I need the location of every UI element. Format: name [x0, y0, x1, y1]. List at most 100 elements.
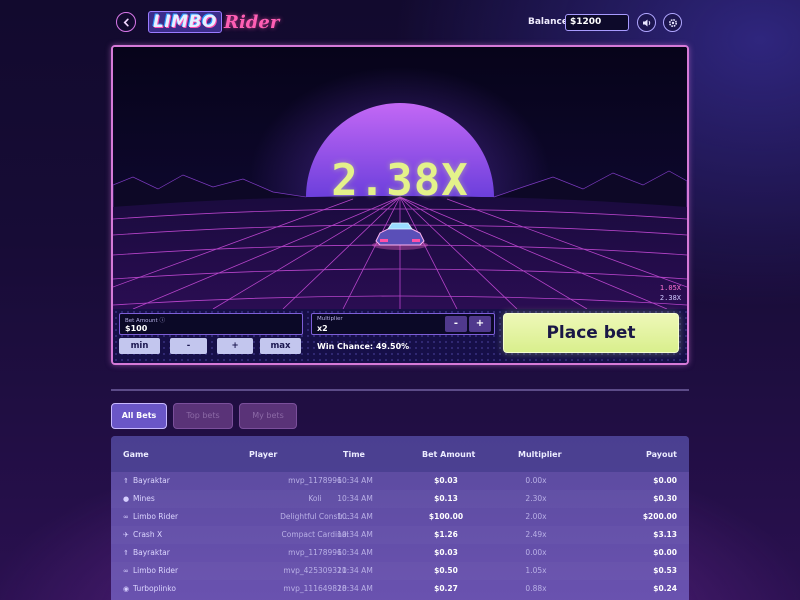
multiplier-cell: 0.88x — [525, 584, 547, 593]
game-name: Mines — [133, 494, 155, 503]
table-row: ∞ Limbo Rider mvp_425309321 10:34 AM $0.50 1.… — [111, 562, 689, 580]
table-row: ✈ Crash X Compact Cardinal 10:34 AM $1.26 2.4… — [111, 526, 689, 544]
game-cell: ● Mines — [123, 494, 155, 503]
bet-amount-cell: $0.50 — [434, 566, 458, 575]
multiplier-history: 1.05X 2.38X — [660, 283, 681, 303]
plane-icon: ✈ — [123, 531, 129, 539]
multiplier-cell: 2.00x — [525, 512, 547, 521]
multiplier-field[interactable]: Multiplier x2 - + — [311, 313, 495, 335]
sound-button[interactable] — [637, 13, 656, 32]
car-icon: ∞ — [123, 513, 129, 521]
payout-cell: $3.13 — [653, 530, 677, 539]
game-cell: ⇑ Bayraktar — [123, 548, 170, 557]
tab-all-bets[interactable]: All Bets — [111, 403, 167, 429]
chevron-left-icon — [123, 18, 129, 26]
payout-cell: $200.00 — [642, 512, 677, 521]
game-name: Limbo Rider — [133, 512, 179, 521]
rocket-icon: ⇑ — [123, 477, 129, 485]
time-cell: 10:34 AM — [337, 566, 373, 575]
table-row: ● Mines Koli 10:34 AM $0.13 2.30x $0.30 — [111, 490, 689, 508]
time-cell: 10:34 AM — [337, 512, 373, 521]
multiplier-cell: 0.00x — [525, 548, 547, 557]
increase-bet-button[interactable]: + — [217, 338, 253, 354]
bet-controls: Bet Amount ⓘ $100 Multiplier x2 - + min … — [113, 309, 687, 363]
column-bet-amount: Bet Amount — [422, 450, 476, 459]
time-cell: 10:34 AM — [337, 494, 373, 503]
min-bet-button[interactable]: min — [119, 338, 160, 354]
payout-cell: $0.53 — [653, 566, 677, 575]
multiplier-value: x2 — [317, 324, 328, 333]
game-cell: ∞ Limbo Rider — [123, 512, 178, 521]
multiplier-label: Multiplier — [317, 316, 343, 322]
time-cell: 10:34 AM — [337, 584, 373, 593]
payout-cell: $0.24 — [653, 584, 677, 593]
logo-limbo-text: LIMBO — [148, 11, 222, 33]
bet-amount-cell: $0.13 — [434, 494, 458, 503]
table-row: ◉ Turboplinko mvp_111649828 10:34 AM $0.27 0.… — [111, 580, 689, 598]
game-logo: LIMBO Rider — [148, 9, 279, 35]
settings-button[interactable] — [663, 13, 682, 32]
game-cell: ∞ Limbo Rider — [123, 566, 178, 575]
game-name: Bayraktar — [133, 476, 170, 485]
column-player: Player — [249, 450, 278, 459]
rocket-icon: ⇑ — [123, 549, 129, 557]
payout-cell: $0.30 — [653, 494, 677, 503]
balance-value: $1200 — [565, 14, 629, 31]
multiplier-cell: 1.05x — [525, 566, 547, 575]
logo-rider-text: Rider — [223, 11, 280, 33]
plinko-icon: ◉ — [123, 585, 130, 593]
column-multiplier: Multiplier — [518, 450, 562, 459]
payout-cell: $0.00 — [653, 548, 677, 557]
time-cell: 10:34 AM — [337, 548, 373, 557]
bet-amount-label: Bet Amount ⓘ — [125, 318, 165, 324]
info-icon: ⓘ — [159, 318, 165, 324]
multiplier-increase-button[interactable]: + — [469, 316, 491, 332]
gear-icon — [668, 18, 677, 27]
table-row: ⇑ Bayraktar mvp_1178996 10:34 AM $0.03 0.00x $… — [111, 544, 689, 562]
multiplier-cell: 2.49x — [525, 530, 547, 539]
game-cell: ◉ Turboplinko — [123, 584, 176, 593]
payout-cell: $0.00 — [653, 476, 677, 485]
game-name: Turboplinko — [133, 584, 176, 593]
speaker-icon — [642, 19, 650, 26]
bet-amount-cell: $100.00 — [428, 512, 464, 521]
time-cell: 10:34 AM — [337, 476, 373, 485]
section-divider — [111, 389, 689, 391]
max-bet-button[interactable]: max — [260, 338, 301, 354]
game-name: Bayraktar — [133, 548, 170, 557]
current-multiplier: 2.38X — [331, 155, 469, 206]
multiplier-decrease-button[interactable]: - — [445, 316, 467, 332]
bet-amount-field[interactable]: Bet Amount ⓘ $100 — [119, 313, 303, 335]
bet-amount-cell: $1.26 — [434, 530, 458, 539]
table-header: Game Player Time Bet Amount Multiplier P… — [111, 436, 689, 472]
game-cell: ✈ Crash X — [123, 530, 162, 539]
bet-amount-value: $100 — [125, 324, 148, 333]
game-panel: 2.38X 1.05X 2.38X Bet Amount ⓘ $100 Mult… — [111, 45, 689, 365]
place-bet-button[interactable]: Place bet — [503, 313, 679, 353]
multiplier-cell: 2.30x — [525, 494, 547, 503]
column-payout: Payout — [645, 450, 677, 459]
back-button[interactable] — [116, 12, 136, 32]
table-row: ⇑ Bayraktar mvp_1178996 10:34 AM $0.03 0.00x $… — [111, 472, 689, 490]
bomb-icon: ● — [123, 495, 130, 503]
bet-amount-cell: $0.27 — [434, 584, 458, 593]
tab-my-bets[interactable]: My bets — [239, 403, 297, 429]
game-cell: ⇑ Bayraktar — [123, 476, 170, 485]
tab-top-bets[interactable]: Top bets — [173, 403, 233, 429]
bets-table: Game Player Time Bet Amount Multiplier P… — [111, 436, 689, 600]
win-chance: Win Chance: 49.50% — [317, 342, 410, 351]
bet-amount-cell: $0.03 — [434, 548, 458, 557]
column-time: Time — [343, 450, 365, 459]
car-icon: ∞ — [123, 567, 129, 575]
game-name: Limbo Rider — [133, 566, 179, 575]
multiplier-cell: 0.00x — [525, 476, 547, 485]
game-name: Crash X — [133, 530, 163, 539]
decrease-bet-button[interactable]: - — [170, 338, 207, 354]
history-item: 2.38X — [659, 294, 681, 302]
history-item: 1.05X — [659, 284, 681, 292]
table-row: ∞ Limbo Rider Delightful Constr... 10:34 AM… — [111, 508, 689, 526]
column-game: Game — [123, 450, 149, 459]
bet-amount-cell: $0.03 — [434, 476, 458, 485]
top-bar: LIMBO Rider Balance: $1200 — [112, 8, 688, 38]
time-cell: 10:34 AM — [337, 530, 373, 539]
